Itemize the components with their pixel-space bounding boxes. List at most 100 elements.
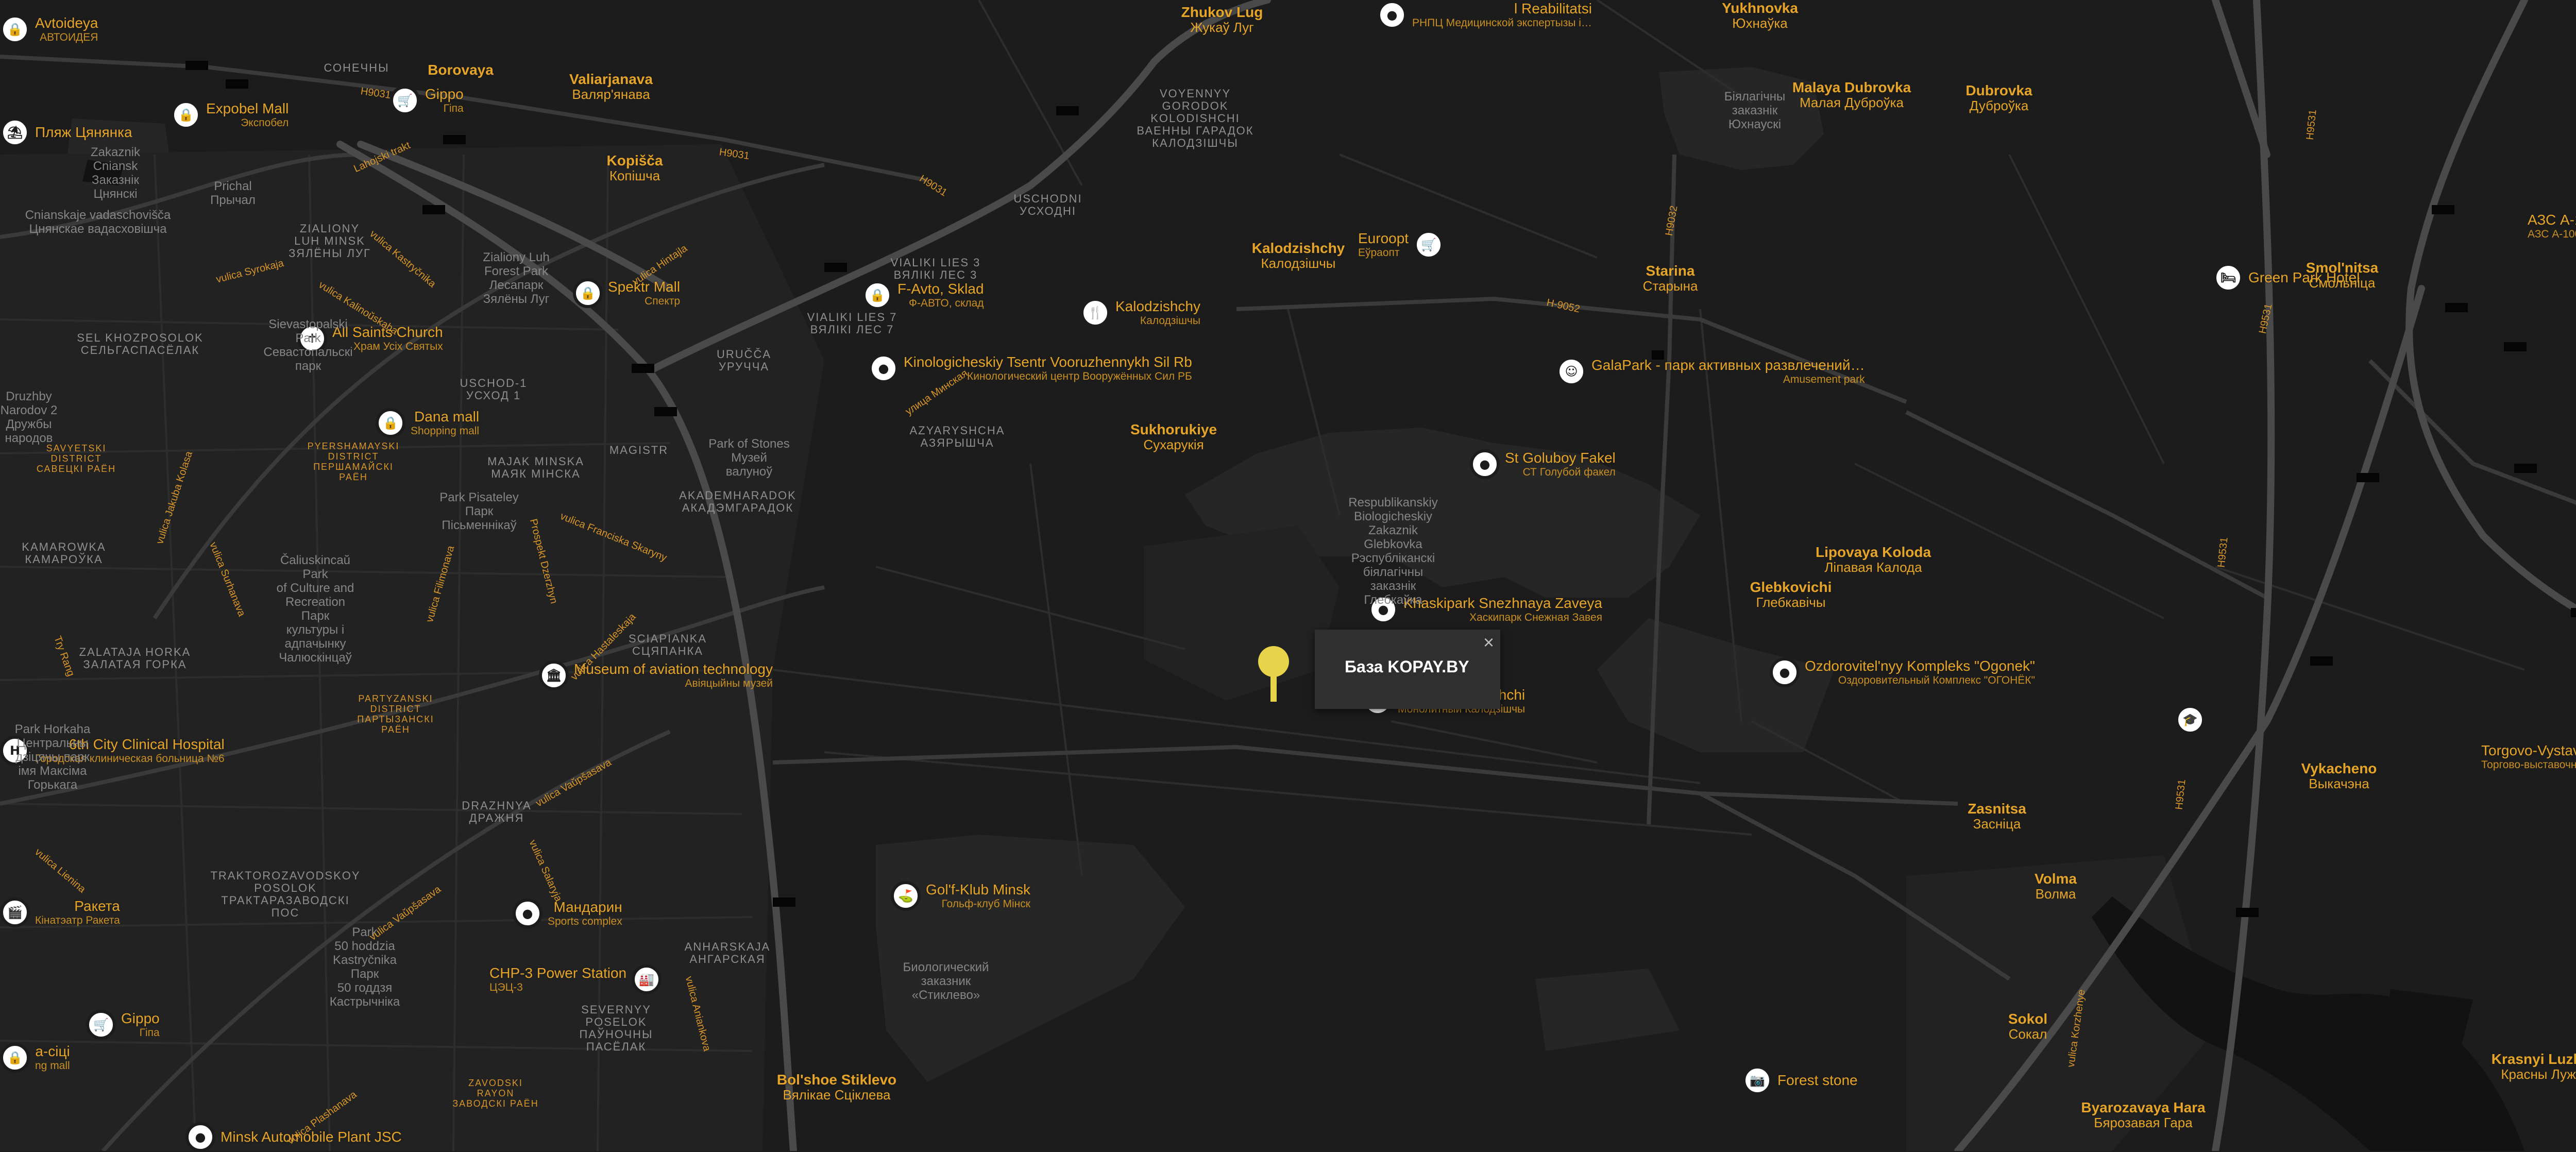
poi-subtitle: Shopping mall [411, 425, 480, 437]
place-label: Lipovaya Koloda Ліпавая Калода [1816, 544, 1931, 575]
area-label: Биологический заказник «Стиклево» [903, 960, 989, 1002]
district-label: MAJAK MINSKA МАЯК МІНСКА [487, 455, 584, 480]
area-label: Zialiony Luh Forest Park Лесапарк Зялёны… [483, 250, 550, 306]
place-label: Vykacheno Выкачэна [2301, 760, 2377, 791]
poi-raketa[interactable]: Ракета Кінатэатр Ракета 🎬 [0, 897, 120, 927]
camera-icon[interactable]: 📷 [1742, 1065, 1772, 1095]
poi-subtitle: Ф-АВТО, склад [908, 297, 984, 309]
shopping-cart-icon[interactable]: 🛒 [1414, 230, 1444, 260]
poi-label: Gippo Гіпа [425, 86, 464, 115]
route-shield: H-9052 [1545, 297, 1581, 315]
shopping-bag-icon[interactable]: 🔒 [573, 278, 603, 308]
district-label: VOYENNYY GORODOK KOLODISHCHI ВАЕННЫ ГАРА… [1137, 87, 1254, 149]
place-icon[interactable]: ● [1377, 0, 1407, 30]
shopping-cart-icon[interactable]: 🛒 [390, 86, 420, 115]
area-label: Cnianskaje vadaschovišča Цнянскае вадасх… [25, 208, 171, 236]
place-icon[interactable]: ● [869, 353, 899, 383]
poi-eurooptA[interactable]: Eurоopt Еўраопт 🛒 [1358, 230, 1444, 260]
poi-subtitle: РНПЦ Медицинской экспертызы і… [1412, 17, 1592, 29]
place-name: Glebkovichi [1750, 579, 1832, 595]
area-label: Respublikanskiy Biologicheskiy Zakaznik … [1348, 496, 1438, 607]
place-icon-glyph: ● [1479, 457, 1490, 471]
place-label: Smol'nitsa Смольніца [2306, 260, 2378, 291]
cinema-icon[interactable]: 🎬 [0, 897, 30, 927]
place-icon[interactable]: ● [1770, 657, 1800, 687]
place-icon-glyph: ● [1386, 8, 1398, 22]
poi-mandarin[interactable]: Мандарин Sports complex ● [513, 899, 622, 928]
place-icon[interactable]: ● [1470, 449, 1500, 479]
place-name: Valiarjanava [569, 71, 653, 87]
poi-label: Gippo Гіпа [121, 1010, 160, 1039]
shopping-bag-icon[interactable]: 🔒 [171, 100, 201, 130]
place-name: Kopišča [606, 153, 663, 168]
poi-kinolog[interactable]: Kinologicheskiy Tsentr Vooruzhennykh Sil… [869, 353, 1192, 383]
lock-icon[interactable]: 🔒 [862, 280, 892, 310]
poi-gippo-bottom[interactable]: Gippo Гіпа 🛒 [86, 1010, 160, 1040]
school-icon[interactable]: 🎓 [2175, 705, 2205, 735]
area-label: Бiялагічны заказнік Юхнаускі [1724, 90, 1786, 131]
road-label: vulica Syrokaja [215, 257, 285, 285]
poi-ozdorovitel[interactable]: Ozdorovitel'nyy Kompleks "Ogonek" Оздоров… [1770, 657, 2035, 687]
place-name-local: Старына [1642, 278, 1698, 294]
place-icon[interactable]: ● [513, 899, 543, 928]
factory-icon[interactable]: 🏭 [632, 964, 662, 994]
factory-icon-glyph: 🏭 [639, 972, 655, 987]
beach-icon[interactable]: ⛱ [0, 117, 30, 147]
place-name-local: Дуброўка [1969, 98, 2029, 113]
close-icon[interactable]: × [1483, 632, 1494, 653]
poi-forest[interactable]: Forest stone 📷 [1742, 1065, 1858, 1095]
place-label: Volma Волма [2035, 871, 2077, 902]
golf-icon[interactable]: ⛳ [891, 881, 921, 911]
poi-subtitle: ng mall [35, 1060, 70, 1072]
popup-title: База KOPAY.BY [1345, 657, 1469, 676]
poi-school[interactable]: 🎓 [2175, 705, 2210, 735]
place-name: Sokol [2008, 1011, 2048, 1027]
lock-icon[interactable]: 🔒 [0, 14, 30, 44]
poi-torgovo[interactable]: Torgovo-Vystavochnyy TsentrТоргово-выста… [2481, 742, 2576, 772]
poi-favto[interactable]: F-Avto, Sklad Ф-АВТО, склад 🔒 [862, 280, 984, 310]
poi-mall-left[interactable]: a-сіці ng mall 🔒 [0, 1043, 70, 1073]
poi-kalodzishchy[interactable]: Kalodzishchy Калодзішчы 🍴 [1080, 298, 1200, 328]
shopping-cart-icon[interactable]: 🛒 [86, 1010, 116, 1040]
poi-subtitle: Спектр [645, 295, 681, 307]
camera-icon-glyph: 📷 [1750, 1073, 1765, 1088]
poi-name: l Reabilitatsi [1514, 1, 1592, 16]
selected-location-marker-icon[interactable] [1257, 645, 1290, 702]
poi-label: Пляж Цянянка [35, 124, 132, 141]
poi-expobel[interactable]: Expobel Mall Экспобел 🔒 [171, 100, 289, 130]
road-label: vulica Aniankova [683, 975, 713, 1053]
place-label: Byarozavaya Hara Бярозавая Гара [2081, 1099, 2205, 1130]
poi-golf[interactable]: Gol'f-Klub Minsk Гольф-клуб Мінск ⛳ [891, 881, 1030, 911]
poi-gippo-top[interactable]: Gippo Гіпа 🛒 [390, 86, 464, 115]
poi-galapark[interactable]: GalaPark - парк активных развлечений… Amu… [1556, 357, 1865, 386]
poi-chp3[interactable]: CHP-3 Power Station ЦЭЦ-3 🏭 [489, 964, 662, 994]
factory-icon[interactable]: ● [185, 1122, 215, 1152]
poi-spektr[interactable]: Spektr Mall Спектр 🔒 [573, 278, 680, 308]
poi-subtitle: Кінатэатр Ракета [35, 914, 120, 926]
amusement-icon[interactable]: ☺ [1556, 357, 1586, 386]
route-shield: H9531 [2173, 778, 2188, 810]
shopping-bag-icon[interactable]: 🔒 [0, 1043, 30, 1073]
poi-plyazh[interactable]: Пляж Цянянка ⛱ [0, 117, 132, 147]
district-label: AZYARYSHCHA АЗЯРЫШЧА [909, 424, 1005, 449]
museum-icon[interactable]: 🏛 [539, 660, 569, 690]
poi-name: CHP-3 Power Station [489, 965, 627, 981]
poi-azs[interactable]: АЗС А-100АЗС А-100⛽ [2528, 211, 2576, 241]
location-popup[interactable]: × База KOPAY.BY [1315, 630, 1500, 709]
poi-stgoluboy[interactable]: St Goluboy Fakel СТ Голубой факел ● [1470, 449, 1616, 479]
poi-rehab[interactable]: l Reabilitatsi РНПЦ Медицинской экспертыз… [1377, 0, 1592, 30]
poi-avtoideya[interactable]: Avtoideya АВТОИДЕЯ 🔒 [0, 14, 98, 44]
place-label: Kalodzishchy Калодзішчы [1252, 240, 1345, 271]
place-name-local: Ліпавая Калода [1824, 560, 1922, 575]
district-label: PARTYZANSKI DISTRICT ПАРТЫЗАНСКІ РАЁН [357, 693, 434, 735]
shopping-bag-icon[interactable]: 🔒 [376, 408, 405, 438]
place-name: Dubrovka [1965, 82, 2032, 98]
hotel-icon[interactable]: 🛏 [2213, 263, 2243, 293]
poi-label: a-сіці ng mall [35, 1043, 70, 1072]
area-label: Sievastopalski Park Севастопальскі парк [263, 317, 353, 373]
place-name-local: Калодзішчы [1261, 256, 1336, 271]
district-label: USCHODNI УСХОДНІ [1013, 192, 1082, 217]
restaurant-icon[interactable]: 🍴 [1080, 298, 1110, 328]
district-label: SEL KHOZPOSOLOK СЕЛЬГАСПАСЁЛАК [77, 331, 204, 357]
poi-dana[interactable]: Dana mall Shopping mall 🔒 [376, 408, 479, 438]
